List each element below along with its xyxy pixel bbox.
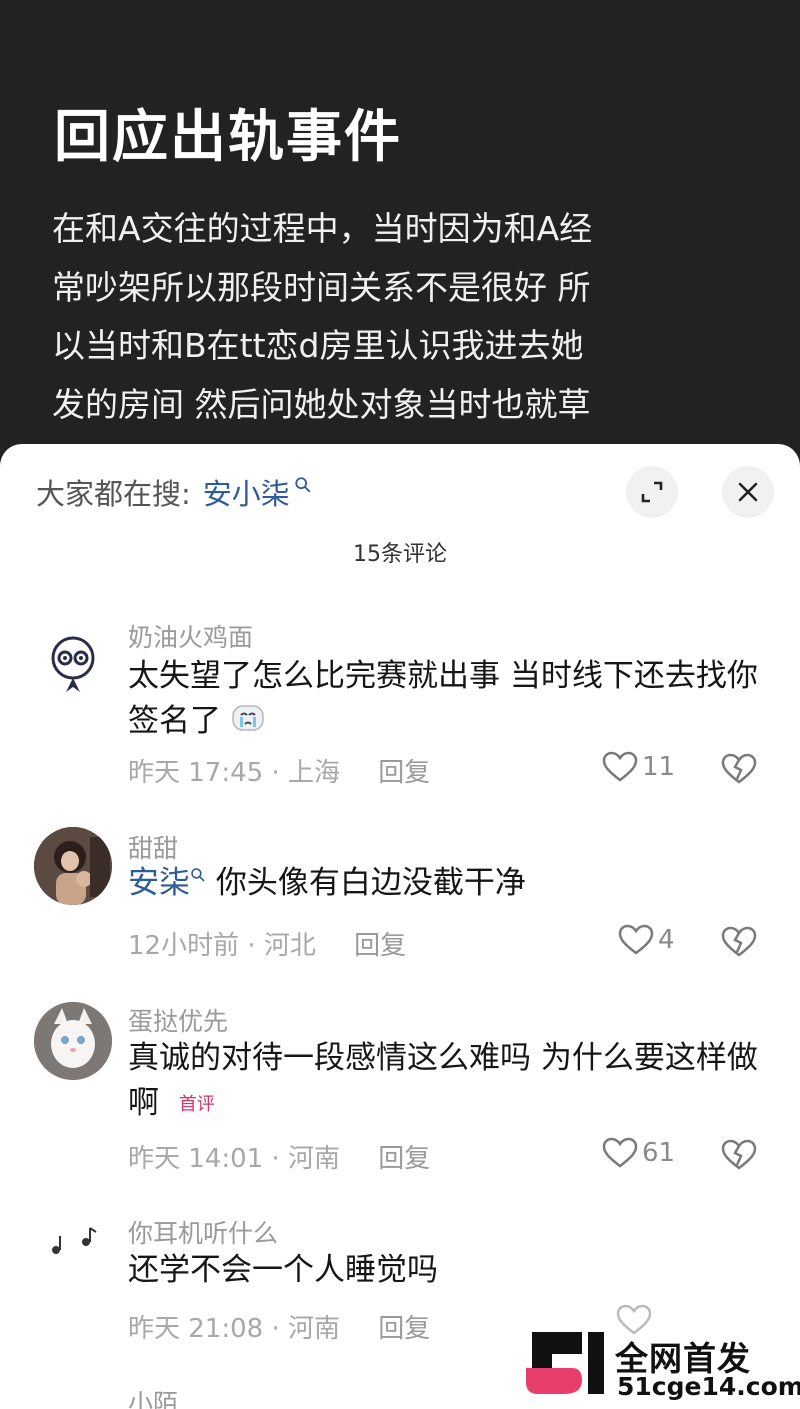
watermark-url: 51cge14.com — [617, 1372, 800, 1401]
comment-meta: 12小时前 · 河北 回复 — [128, 925, 406, 962]
like-count: 4 — [658, 925, 675, 955]
comment-body: 太失望了怎么比完赛就出事 当时线下还去找你签名了 — [128, 658, 758, 739]
heart-icon — [618, 924, 654, 955]
reply-button[interactable]: 回复 — [378, 1314, 430, 1344]
search-prefix: 大家都在搜: — [36, 477, 191, 511]
search-term-link[interactable]: 安小柒 — [203, 471, 290, 513]
like-count: 61 — [642, 1138, 676, 1168]
like-count: 11 — [642, 752, 676, 782]
like-button[interactable]: 61 — [602, 1137, 675, 1169]
broken-heart-icon — [721, 926, 757, 957]
comment-author[interactable]: 蛋挞优先 — [128, 1002, 228, 1038]
comment-author[interactable]: 甜甜 — [128, 829, 178, 865]
broken-heart-icon — [721, 753, 757, 784]
search-suggestion[interactable]: 大家都在搜: 安小柒 — [36, 470, 312, 514]
post-line: 以当时和B在tt恋d房里认识我进去她 — [52, 326, 584, 365]
post-area: 回应出轨事件 在和A交往的过程中，当时因为和A经 常吵架所以那段时间关系不是很好… — [0, 0, 800, 470]
dislike-button[interactable] — [720, 926, 758, 962]
comment-time: 昨天 14:01 · 河南 — [128, 1144, 340, 1174]
post-body: 在和A交往的过程中，当时因为和A经 常吵架所以那段时间关系不是很好 所 以当时和… — [52, 200, 642, 434]
reply-button[interactable]: 回复 — [354, 931, 406, 961]
search-icon — [295, 477, 310, 493]
comment-text: 安柒 你头像有白边没截干净 — [128, 861, 758, 906]
post-line: 发的房间 然后问她处对象当时也就草 — [52, 384, 591, 424]
comment-text: 太失望了怎么比完赛就出事 当时线下还去找你签名了 — [128, 654, 758, 745]
reply-button[interactable]: 回复 — [378, 758, 430, 788]
like-button[interactable]: 4 — [618, 924, 675, 956]
comment-meta: 昨天 17:45 · 上海 回复 — [128, 752, 430, 789]
avatar[interactable] — [34, 1002, 112, 1080]
comment-body: 真诚的对待一段感情这么难吗 为什么要这样做啊 — [128, 1040, 758, 1121]
expand-icon — [641, 481, 663, 503]
comment-meta: 昨天 14:01 · 河南 回复 — [128, 1138, 430, 1175]
close-icon — [738, 482, 758, 502]
reply-button[interactable]: 回复 — [378, 1144, 430, 1174]
like-button[interactable]: 11 — [602, 751, 675, 783]
music-note-avatar — [52, 1227, 97, 1254]
search-icon — [191, 868, 205, 882]
dislike-button[interactable] — [720, 753, 758, 789]
heart-icon — [602, 751, 638, 782]
white-cat-avatar — [34, 1002, 112, 1080]
comment-meta: 昨天 21:08 · 河南 回复 — [128, 1308, 430, 1345]
comment-author[interactable]: 你耳机听什么 — [128, 1214, 278, 1250]
comment-time: 昨天 21:08 · 河南 — [128, 1314, 340, 1344]
watermark-logo — [526, 1332, 604, 1394]
comment-count: 15条评论 — [353, 542, 447, 567]
comment-author[interactable]: 奶油火鸡面 — [128, 618, 253, 654]
comment-body: 还学不会一个人睡觉吗 — [128, 1252, 438, 1288]
comment-time: 昨天 17:45 · 上海 — [128, 758, 340, 788]
post-line: 在和A交往的过程中，当时因为和A经 — [52, 209, 593, 248]
comment-time: 12小时前 · 河北 — [128, 931, 316, 961]
avatar[interactable] — [34, 1212, 112, 1290]
avatar[interactable] — [34, 827, 112, 905]
comment-body: 你头像有白边没截干净 — [215, 865, 526, 901]
cartoon-character-icon — [51, 636, 95, 692]
expand-button[interactable] — [626, 466, 678, 518]
close-button[interactable] — [722, 466, 774, 518]
comment-author[interactable]: 小陌 — [128, 1384, 178, 1409]
dislike-button[interactable] — [720, 1139, 758, 1175]
broken-heart-icon — [721, 1139, 757, 1170]
avatar[interactable] — [34, 626, 112, 704]
mention-link[interactable]: 安柒 — [128, 865, 190, 901]
post-line: 常吵架所以那段时间关系不是很好 所 — [52, 267, 591, 307]
heart-icon — [602, 1137, 638, 1168]
crying-emoji-icon — [231, 700, 265, 745]
post-title: 回应出轨事件 — [54, 105, 402, 170]
comment-text: 还学不会一个人睡觉吗 — [128, 1248, 758, 1293]
comment-text: 真诚的对待一段感情这么难吗 为什么要这样做啊 首评 — [128, 1036, 758, 1127]
first-comment-badge: 首评 — [178, 1094, 215, 1115]
comment-sheet: 大家都在搜: 安小柒 15条评论 奶油火鸡面 太失望了怎么比完赛就出事 当时线下… — [0, 444, 800, 1409]
girl-photo-avatar — [34, 827, 112, 905]
